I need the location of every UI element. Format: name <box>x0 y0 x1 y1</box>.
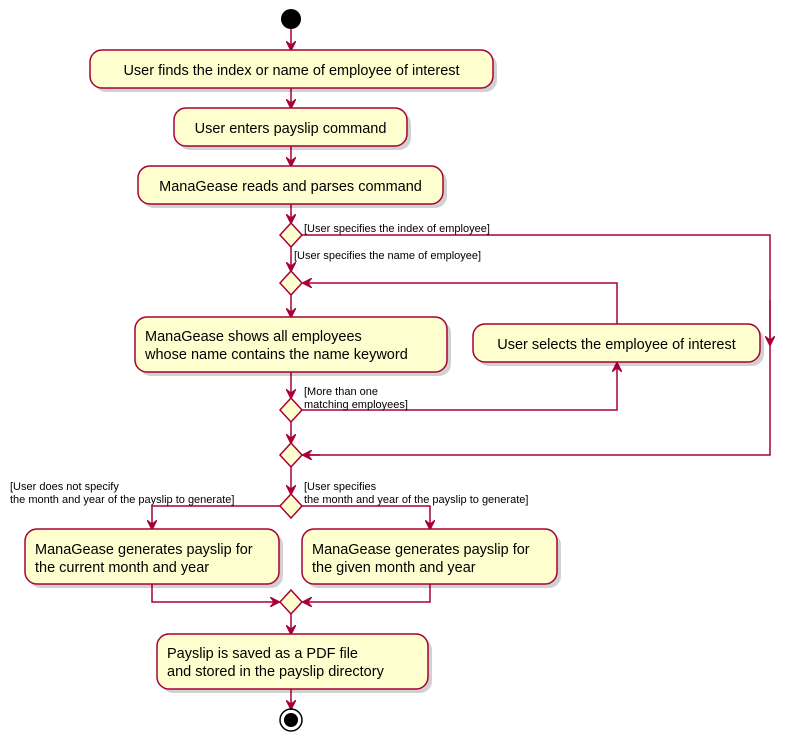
activity-show-employees: ManaGease shows all employees whose name… <box>134 316 451 376</box>
activity-label: User enters payslip command <box>195 121 387 137</box>
activity-label: User selects the employee of interest <box>497 337 736 353</box>
guard-name: [User specifies the name of employee] <box>294 250 481 262</box>
activity-save-pdf: Payslip is saved as a PDF file and store… <box>156 633 432 693</box>
guard-spec-line2: the month and year of the payslip to gen… <box>304 494 528 506</box>
activity-label: ManaGease shows all employees <box>145 329 362 345</box>
activity-label: and stored in the payslip directory <box>167 664 385 680</box>
activity-label: ManaGease generates payslip for <box>312 542 530 558</box>
guard-nospec-line1: [User does not specify <box>10 481 119 493</box>
guard-more-line1: [More than one <box>304 386 378 398</box>
start-node <box>281 9 301 29</box>
activity-label: User finds the index or name of employee… <box>123 63 459 79</box>
decision-more-than-one <box>278 396 304 424</box>
guard-index: [User specifies the index of employee] <box>304 223 490 235</box>
activity-label: ManaGease reads and parses command <box>159 179 422 195</box>
merge-employee <box>278 441 304 469</box>
decision-index-or-name <box>278 221 304 249</box>
activity-label: the current month and year <box>35 560 209 576</box>
guard-spec-line1: [User specifies <box>304 481 377 493</box>
activity-diagram: User finds the index or name of employee… <box>10 9 795 732</box>
activity-select-employee: User selects the employee of interest <box>472 323 764 366</box>
activity-enter: User enters payslip command <box>173 107 411 150</box>
end-node <box>279 708 303 732</box>
merge-payslip <box>278 588 304 616</box>
activity-parse: ManaGease reads and parses command <box>137 165 447 208</box>
decision-nodes <box>278 221 304 616</box>
activity-label: Payslip is saved as a PDF file <box>167 646 358 662</box>
decision-month-year <box>278 492 304 520</box>
activity-label: whose name contains the name keyword <box>144 347 408 363</box>
activity-find: User finds the index or name of employee… <box>89 49 497 92</box>
guard-nospec-line2: the month and year of the payslip to gen… <box>10 494 234 506</box>
activity-generate-current: ManaGease generates payslip for the curr… <box>24 528 283 588</box>
activity-label: ManaGease generates payslip for <box>35 542 253 558</box>
guard-more-line2: matching employees] <box>304 399 408 411</box>
merge-loop <box>278 269 304 297</box>
activity-label: the given month and year <box>312 560 476 576</box>
activity-generate-given: ManaGease generates payslip for the give… <box>301 528 561 588</box>
